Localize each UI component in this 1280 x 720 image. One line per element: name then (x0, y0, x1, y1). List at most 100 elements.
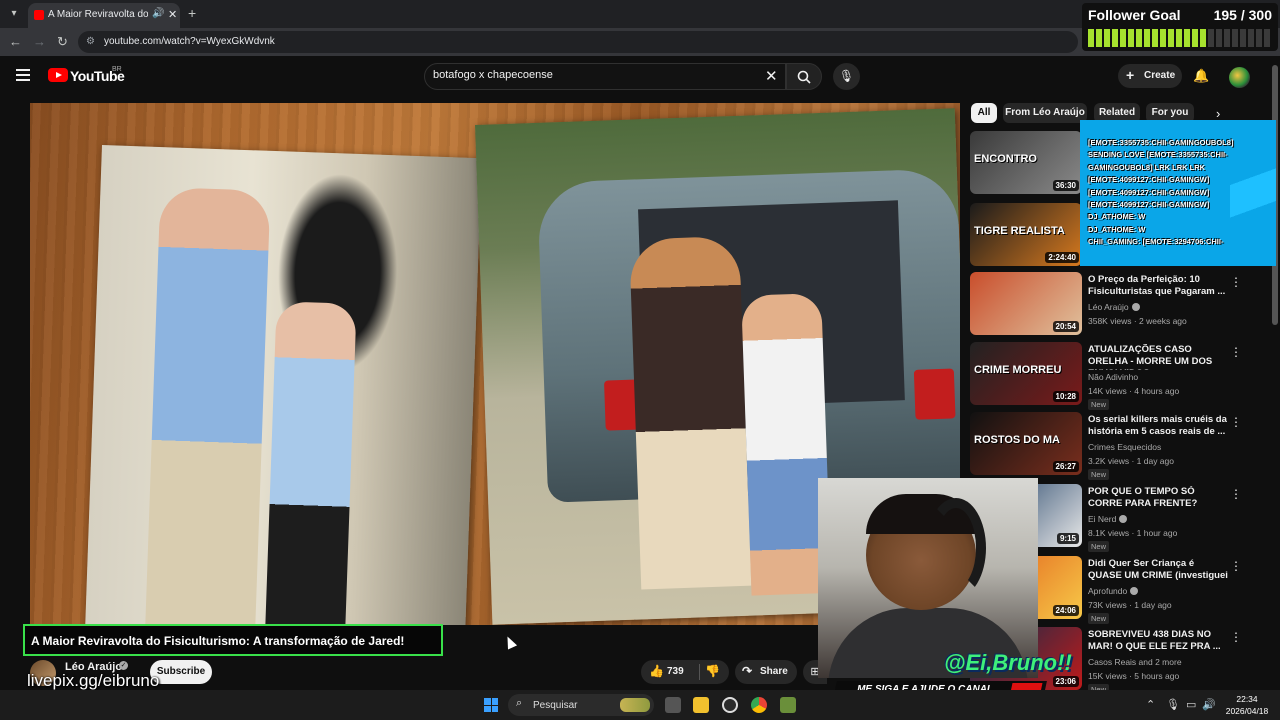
chip-1[interactable]: From Léo Araújo (1003, 103, 1087, 123)
chat-decoration (1230, 120, 1276, 266)
video-title-box: A Maior Reviravolta do Fisiculturismo: A… (23, 624, 443, 656)
more-actions-icon[interactable]: ⋮ (1230, 487, 1242, 501)
new-badge: New (1088, 541, 1110, 552)
microphone-icon[interactable]: 🎙 (1166, 698, 1180, 711)
clear-search-icon[interactable]: ✕ (765, 67, 778, 85)
chat-message: SENDING LOVE [EMOTE:3355735:CHII- (1088, 150, 1228, 160)
chip-0[interactable]: All (971, 103, 997, 123)
chat-message: [EMOTE:3355735:CHII-GAMINGOUBOL8] (1088, 138, 1234, 147)
goal-bar-segment (1224, 29, 1230, 47)
share-button[interactable]: ↷ Share (735, 660, 797, 684)
new-badge: New (1088, 469, 1110, 480)
more-actions-icon[interactable]: ⋮ (1230, 275, 1242, 289)
reload-icon[interactable]: ↻ (57, 34, 68, 50)
tray-overflow-icon[interactable]: ⌃ (1146, 698, 1155, 711)
create-button[interactable]: + Create (1118, 64, 1182, 88)
related-video-item[interactable]: ROSTOS DO MA 26:27 Os serial killers mais … (970, 412, 1270, 480)
related-video-thumbnail[interactable]: TIGRE REALISTA 2:24:40 (970, 203, 1082, 266)
app-icon[interactable] (780, 697, 796, 713)
thumbnail-text: ENCONTRO (974, 153, 1037, 165)
more-actions-icon[interactable]: ⋮ (1230, 630, 1242, 644)
goal-bar-segment (1208, 29, 1214, 47)
like-icon[interactable]: 👍 (649, 664, 664, 678)
related-video-title[interactable]: Os serial killers mais cruéis da históri… (1088, 414, 1228, 438)
streamer-handle: @Ei,Bruno!! (944, 650, 1072, 675)
goal-bar-segment (1152, 29, 1158, 47)
goal-bar-segment (1096, 29, 1102, 47)
menu-icon[interactable] (16, 69, 30, 81)
like-count[interactable]: 739 (667, 666, 684, 677)
related-video-title[interactable]: O Preço da Perfeição: 10 Fisiculturistas… (1088, 274, 1228, 298)
related-video-meta: 14K views · 4 hours ago (1088, 386, 1180, 396)
more-actions-icon[interactable]: ⋮ (1230, 345, 1242, 359)
related-video-title[interactable]: SOBREVIVEU 438 DIAS NO MAR! O QUE ELE FE… (1088, 629, 1228, 653)
related-video-thumbnail[interactable]: CRIME MORREU 10:28 (970, 342, 1082, 405)
related-video-thumbnail[interactable]: 20:54 (970, 272, 1082, 335)
related-video-title[interactable]: Didi Quer Ser Criança é QUASE UM CRIME (… (1088, 558, 1228, 584)
more-actions-icon[interactable]: ⋮ (1230, 415, 1242, 429)
screen: { "browser": { "tab_title": "A Maior Rev… (0, 0, 1280, 720)
verified-icon: ✓ (119, 661, 128, 670)
video-duration: 10:28 (1052, 391, 1079, 402)
system-clock[interactable]: 22:34 2026/04/18 (1219, 693, 1275, 717)
site-info-icon[interactable]: ⚙ (86, 36, 95, 47)
goal-bar-segment (1088, 29, 1094, 47)
taskbar-search[interactable]: ⌕ Pesquisar (508, 694, 654, 716)
chrome-icon[interactable] (751, 697, 767, 713)
related-video-channel[interactable]: Ei Nerd (1088, 514, 1128, 524)
related-video-item[interactable]: 20:54 O Preço da Perfeição: 10 Fisicultur… (970, 272, 1270, 338)
browser-tab[interactable]: A Maior Reviravolta do Fisic 🔊 ✕ (28, 3, 180, 28)
related-video-channel[interactable]: Casos Reais and 2 more (1088, 657, 1182, 667)
more-actions-icon[interactable]: ⋮ (1230, 559, 1242, 573)
share-icon: ↷ (742, 664, 753, 678)
account-avatar[interactable] (1229, 67, 1250, 88)
livepix-link-text: livepix.gg/eibruno (27, 671, 160, 690)
tab-search-icon[interactable]: ▾ (4, 4, 24, 24)
search-button[interactable] (786, 63, 822, 90)
related-video-meta: 8.1K views · 1 hour ago (1088, 528, 1178, 538)
related-video-title[interactable]: ATUALIZAÇÕES CASO ORELHA - MORRE UM DOS … (1088, 344, 1228, 370)
related-video-title[interactable]: POR QUE O TEMPO SÓ CORRE PARA FRENTE? (1088, 486, 1228, 510)
obs-icon[interactable] (722, 697, 738, 713)
volume-icon[interactable]: 🔊 (1202, 698, 1216, 711)
thumbnail-text: CRIME MORREU (974, 364, 1062, 376)
goal-bar-segment (1248, 29, 1254, 47)
clock-date: 2026/04/18 (1225, 706, 1269, 716)
related-video-thumbnail[interactable]: ROSTOS DO MA 26:27 (970, 412, 1082, 475)
clock-time: 22:34 (1236, 694, 1258, 704)
network-icon[interactable]: ▭ (1186, 698, 1196, 711)
back-icon[interactable]: ← (9, 34, 22, 49)
related-video-meta: 3.2K views · 1 day ago (1088, 456, 1174, 466)
windows-start-icon[interactable] (484, 698, 498, 712)
chat-message: GAMINGOUBOL8] LRK LRK LRK (1088, 162, 1206, 172)
share-label: Share (760, 666, 788, 677)
goal-bar-segment (1264, 29, 1270, 47)
stream-chat-overlay: [EMOTE:3355735:CHII-GAMINGOUBOL8] SENDING… (1080, 120, 1276, 266)
related-video-channel[interactable]: Crimes Esquecidos (1088, 442, 1161, 452)
search-input[interactable] (433, 69, 753, 81)
thumbnail-text: TIGRE REALISTA (974, 225, 1065, 237)
address-bar[interactable]: ⚙ youtube.com/watch?v=WyexGkWdvnk (78, 31, 1078, 53)
chips-next-icon[interactable]: › (1216, 106, 1220, 121)
related-video-channel[interactable]: Não Adivinho (1088, 372, 1138, 382)
voice-search-icon[interactable]: 🎙 (833, 63, 860, 90)
chat-message: [EMOTE:4099127:CHII-GAMINGW] (1088, 187, 1210, 197)
forward-icon[interactable]: → (33, 34, 46, 49)
audio-playing-icon[interactable]: 🔊 (152, 8, 164, 19)
man-figure (144, 187, 271, 625)
related-video-channel[interactable]: Aprofundo (1088, 586, 1139, 596)
file-explorer-icon[interactable] (693, 697, 709, 713)
youtube-logo-icon[interactable] (48, 68, 68, 82)
new-tab-icon[interactable]: + (188, 5, 196, 21)
thumbnail-text: ROSTOS DO MA (974, 434, 1060, 446)
related-video-item[interactable]: CRIME MORREU 10:28 ATUALIZAÇÕES CASO ORELH… (970, 342, 1270, 410)
notifications-bell-icon[interactable]: 🔔 (1193, 68, 1209, 84)
related-video-channel[interactable]: Léo Araújo (1088, 302, 1140, 312)
verified-icon (1130, 587, 1139, 595)
dislike-icon[interactable]: 👎 (705, 664, 720, 678)
search-icon (797, 70, 811, 84)
close-tab-icon[interactable]: ✕ (168, 8, 177, 21)
related-video-thumbnail[interactable]: ENCONTRO 36:30 (970, 131, 1082, 194)
follower-goal-title: Follower Goal (1088, 7, 1181, 23)
task-view-icon[interactable] (665, 697, 681, 713)
